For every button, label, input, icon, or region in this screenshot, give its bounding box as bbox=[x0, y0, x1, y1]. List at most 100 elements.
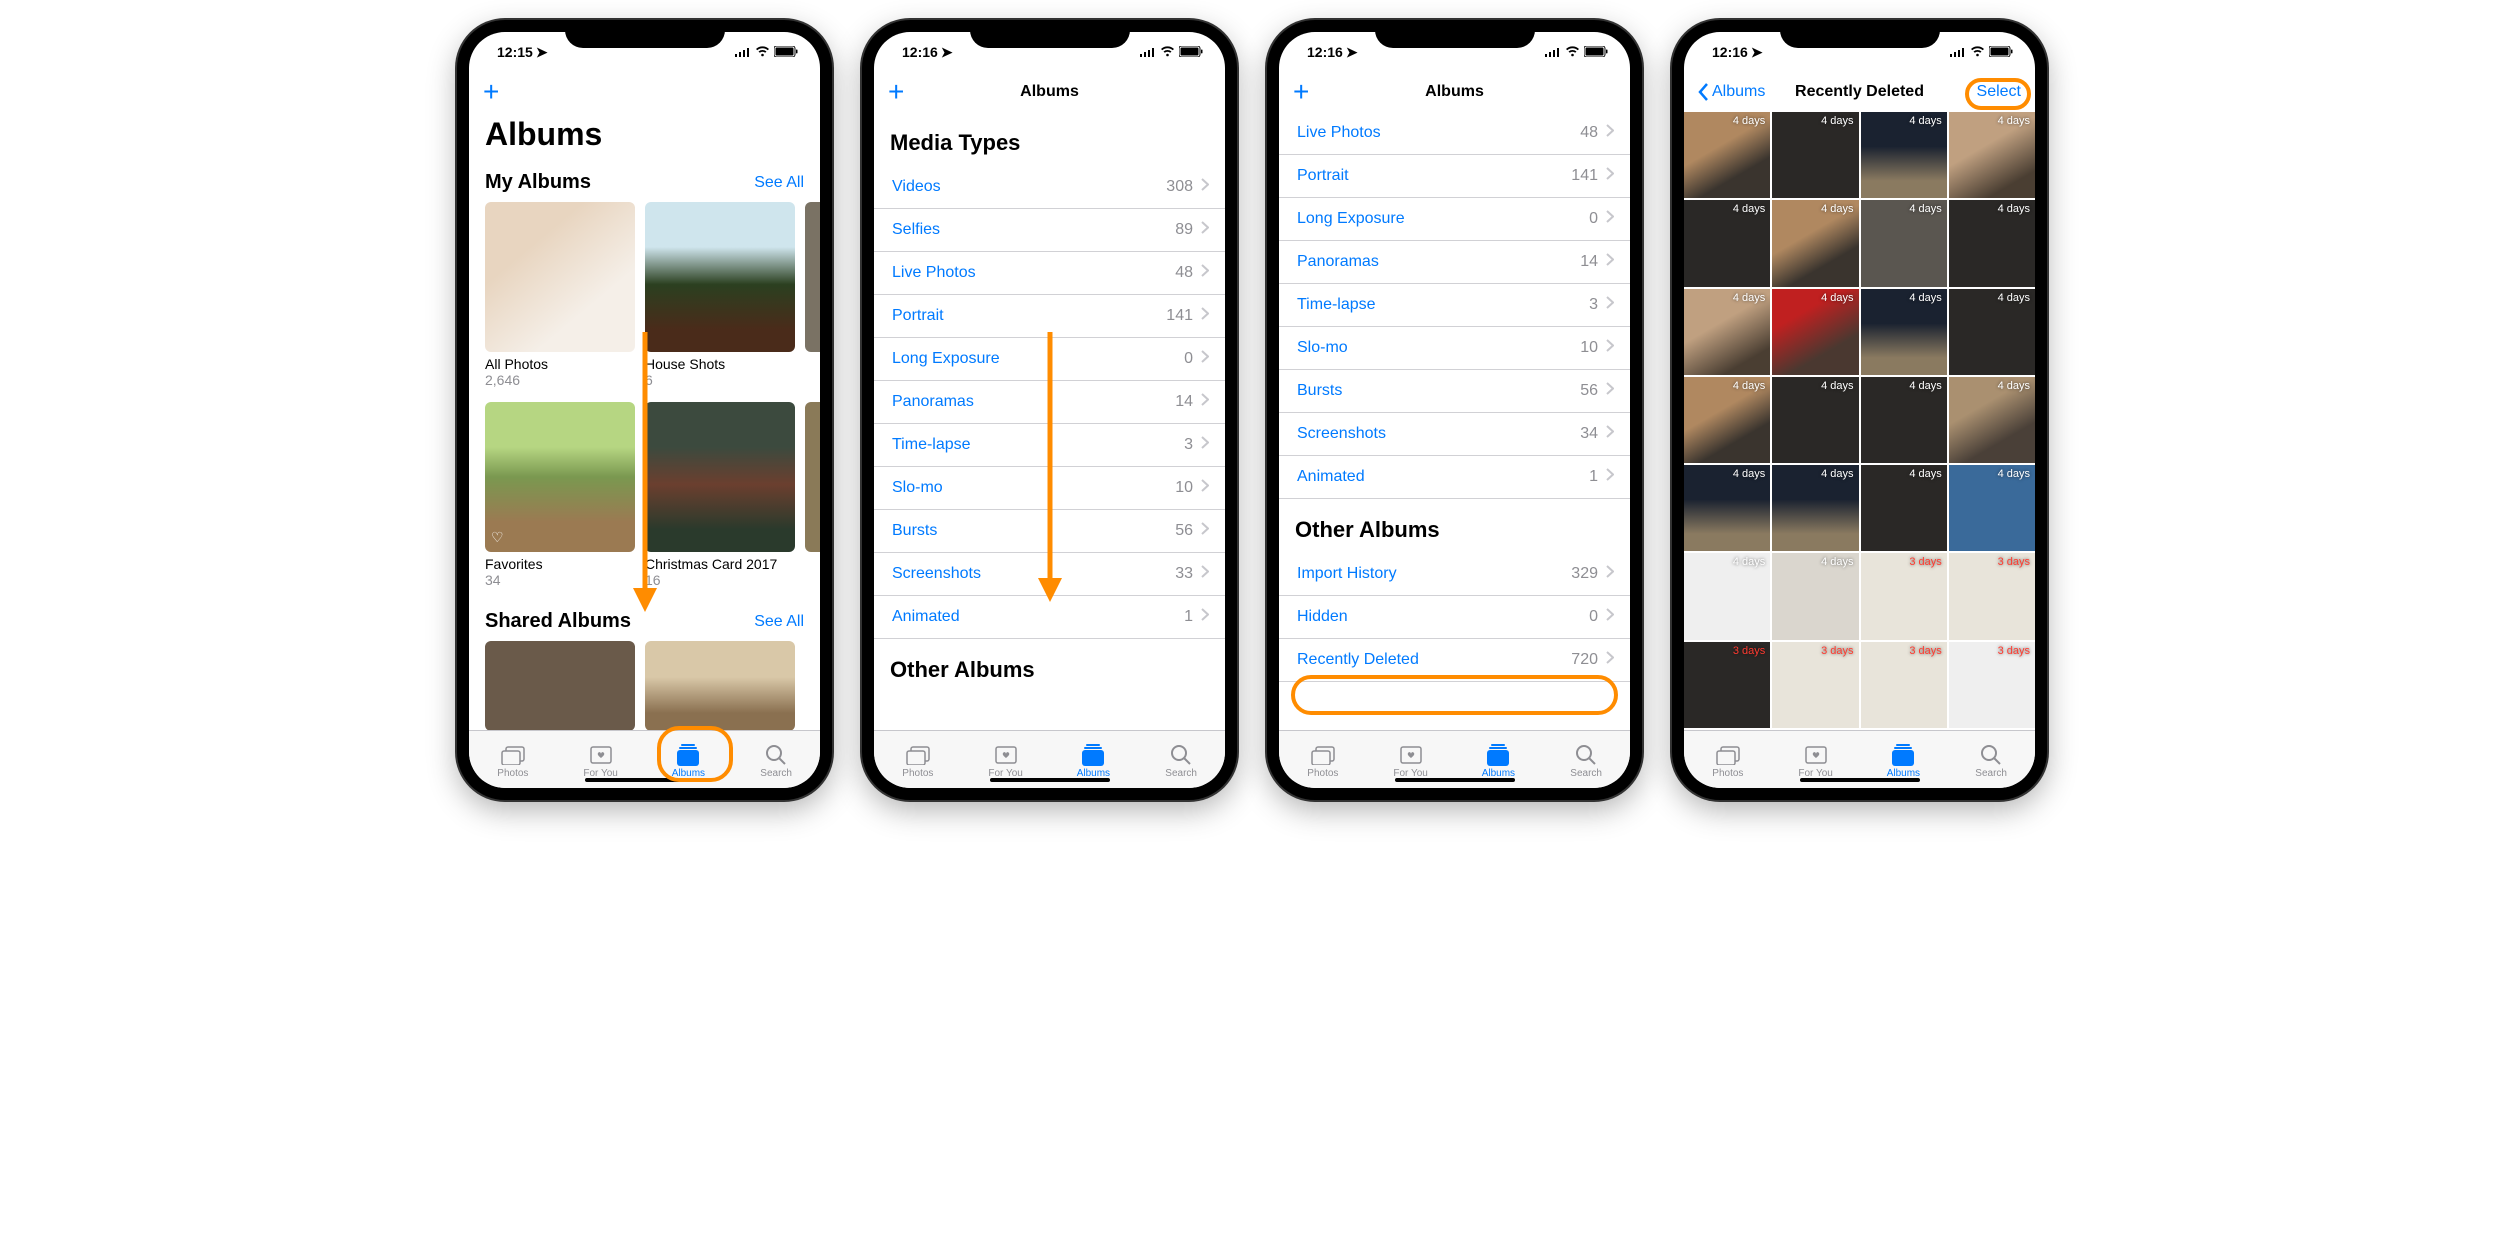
photo-cell[interactable]: 4 days bbox=[1949, 377, 2035, 463]
photo-cell[interactable]: 4 days bbox=[1684, 112, 1770, 198]
album-favorites[interactable]: ♡ Favorites 34 bbox=[485, 402, 635, 588]
tab-search[interactable]: Search bbox=[1961, 744, 2021, 779]
photo-cell[interactable]: 4 days bbox=[1684, 200, 1770, 286]
content-area[interactable]: 4 days4 days4 days4 days4 days4 days4 da… bbox=[1684, 112, 2035, 730]
tab-albums[interactable]: Albums bbox=[1468, 744, 1528, 779]
photo-cell[interactable]: 4 days bbox=[1861, 200, 1947, 286]
list-row[interactable]: Animated 1 bbox=[874, 596, 1225, 639]
list-row[interactable]: Recently Deleted720 bbox=[1279, 639, 1630, 682]
tab-for-you[interactable]: For You bbox=[1381, 744, 1441, 779]
photo-cell[interactable]: 3 days bbox=[1949, 642, 2035, 728]
list-count: 48 bbox=[1580, 124, 1598, 142]
content-area[interactable]: Videos308Selfies89Live Photos48Portrait1… bbox=[874, 166, 1225, 730]
back-button[interactable]: Albums bbox=[1698, 83, 1765, 101]
tab-albums[interactable]: Albums bbox=[1873, 744, 1933, 779]
tab-photos[interactable]: Photos bbox=[483, 744, 543, 779]
tab-albums[interactable]: Albums bbox=[658, 744, 718, 779]
battery-icon bbox=[774, 44, 798, 60]
add-button[interactable]: + bbox=[1293, 78, 1309, 106]
select-button[interactable]: Select bbox=[1977, 83, 2021, 101]
list-row[interactable]: Import History329 bbox=[1279, 553, 1630, 596]
content-area[interactable]: My Albums See All All Photos 2,646 House… bbox=[469, 163, 820, 730]
list-row[interactable]: Slo-mo10 bbox=[1279, 327, 1630, 370]
list-row[interactable]: Portrait141 bbox=[1279, 155, 1630, 198]
list-row[interactable]: Long Exposure0 bbox=[1279, 198, 1630, 241]
tab-search[interactable]: Search bbox=[1151, 744, 1211, 779]
list-row[interactable]: Portrait141 bbox=[874, 295, 1225, 338]
shared-album[interactable] bbox=[645, 641, 795, 730]
days-remaining-label: 3 days bbox=[1998, 556, 2030, 568]
photo-cell[interactable]: 4 days bbox=[1772, 200, 1858, 286]
chevron-left-icon bbox=[1698, 83, 1709, 101]
list-row[interactable]: Live Photos48 bbox=[874, 252, 1225, 295]
photo-cell[interactable]: 3 days bbox=[1861, 642, 1947, 728]
content-area[interactable]: Live Photos48Portrait141Long Exposure0Pa… bbox=[1279, 112, 1630, 730]
tab-albums[interactable]: Albums bbox=[1063, 744, 1123, 779]
tab-photos[interactable]: Photos bbox=[1293, 744, 1353, 779]
album-all-photos[interactable]: All Photos 2,646 bbox=[485, 202, 635, 388]
see-all-link[interactable]: See All bbox=[754, 174, 804, 192]
photo-cell[interactable]: 4 days bbox=[1861, 289, 1947, 375]
list-row[interactable]: Bursts56 bbox=[1279, 370, 1630, 413]
list-row[interactable]: Screenshots34 bbox=[1279, 413, 1630, 456]
photo-cell[interactable]: 4 days bbox=[1684, 289, 1770, 375]
tab-for-you[interactable]: For You bbox=[1786, 744, 1846, 779]
shared-album[interactable] bbox=[485, 641, 635, 730]
photo-cell[interactable]: 4 days bbox=[1684, 553, 1770, 639]
photo-cell[interactable]: 4 days bbox=[1861, 112, 1947, 198]
add-button[interactable]: + bbox=[888, 78, 904, 106]
photo-cell[interactable]: 4 days bbox=[1684, 377, 1770, 463]
list-row[interactable]: Bursts56 bbox=[874, 510, 1225, 553]
photo-cell[interactable]: 4 days bbox=[1949, 112, 2035, 198]
tab-photos[interactable]: Photos bbox=[1698, 744, 1758, 779]
tab-photos[interactable]: Photos bbox=[888, 744, 948, 779]
list-count: 33 bbox=[1175, 565, 1193, 583]
home-indicator[interactable] bbox=[1395, 778, 1515, 782]
home-indicator[interactable] bbox=[990, 778, 1110, 782]
list-row[interactable]: Videos308 bbox=[874, 166, 1225, 209]
list-row[interactable]: Screenshots33 bbox=[874, 553, 1225, 596]
tab-for-you[interactable]: For You bbox=[571, 744, 631, 779]
list-row[interactable]: Panoramas14 bbox=[1279, 241, 1630, 284]
photo-cell[interactable]: 3 days bbox=[1949, 553, 2035, 639]
list-row[interactable]: Live Photos48 bbox=[1279, 112, 1630, 155]
list-row[interactable]: Long Exposure0 bbox=[874, 338, 1225, 381]
photo-cell[interactable]: 4 days bbox=[1949, 465, 2035, 551]
days-remaining-label: 4 days bbox=[1821, 380, 1853, 392]
list-count: 1 bbox=[1184, 608, 1193, 626]
photo-cell[interactable]: 4 days bbox=[1772, 465, 1858, 551]
list-row[interactable]: Slo-mo10 bbox=[874, 467, 1225, 510]
battery-icon bbox=[1989, 44, 2013, 60]
photo-cell[interactable]: 4 days bbox=[1949, 200, 2035, 286]
list-label: Animated bbox=[892, 608, 960, 626]
photo-cell[interactable]: 4 days bbox=[1772, 377, 1858, 463]
photo-cell[interactable]: 4 days bbox=[1861, 377, 1947, 463]
tab-search[interactable]: Search bbox=[746, 744, 806, 779]
photo-cell[interactable]: 4 days bbox=[1684, 465, 1770, 551]
photo-cell[interactable]: 4 days bbox=[1772, 553, 1858, 639]
album-christmas[interactable]: Christmas Card 2017 16 bbox=[645, 402, 795, 588]
album-house-shots[interactable]: House Shots 6 bbox=[645, 202, 795, 388]
list-row[interactable]: Hidden0 bbox=[1279, 596, 1630, 639]
photo-cell[interactable]: 3 days bbox=[1861, 553, 1947, 639]
list-row[interactable]: Time-lapse3 bbox=[1279, 284, 1630, 327]
signal-icon bbox=[735, 44, 751, 60]
list-row[interactable]: Selfies89 bbox=[874, 209, 1225, 252]
photo-cell[interactable]: 4 days bbox=[1772, 112, 1858, 198]
tab-search[interactable]: Search bbox=[1556, 744, 1616, 779]
tab-for-you[interactable]: For You bbox=[976, 744, 1036, 779]
photo-cell[interactable]: 4 days bbox=[1861, 465, 1947, 551]
home-indicator[interactable] bbox=[1800, 778, 1920, 782]
add-button[interactable]: + bbox=[483, 78, 499, 106]
list-row[interactable]: Animated1 bbox=[1279, 456, 1630, 499]
list-row[interactable]: Panoramas14 bbox=[874, 381, 1225, 424]
list-row[interactable]: Time-lapse3 bbox=[874, 424, 1225, 467]
photo-cell[interactable]: 4 days bbox=[1772, 289, 1858, 375]
photo-cell[interactable]: 4 days bbox=[1949, 289, 2035, 375]
photo-cell[interactable]: 3 days bbox=[1684, 642, 1770, 728]
album-partial[interactable] bbox=[805, 202, 820, 388]
photo-cell[interactable]: 3 days bbox=[1772, 642, 1858, 728]
see-all-link[interactable]: See All bbox=[754, 613, 804, 631]
album-partial[interactable] bbox=[805, 402, 820, 588]
home-indicator[interactable] bbox=[585, 778, 705, 782]
